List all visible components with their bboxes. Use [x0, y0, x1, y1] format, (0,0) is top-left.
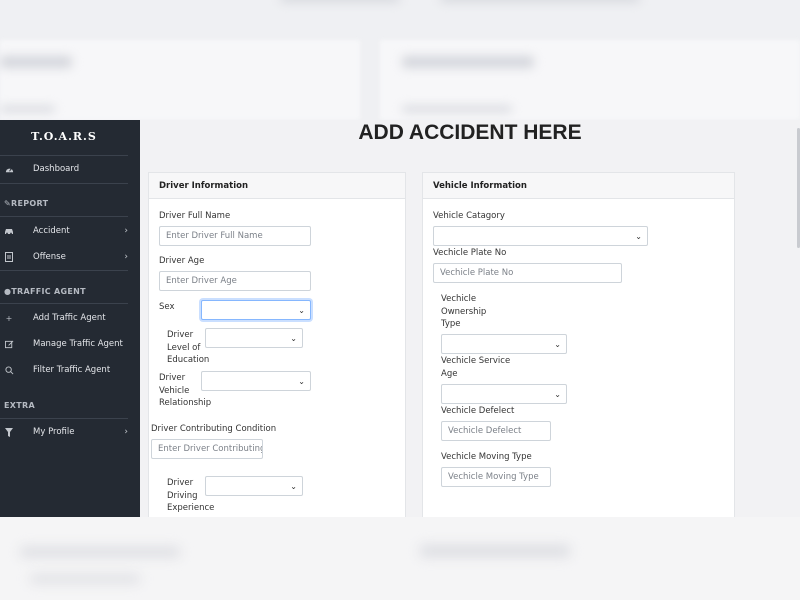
- driver-age-label: Driver Age: [159, 256, 205, 266]
- vehicle-defect-input[interactable]: Vechicle Defelect: [441, 421, 551, 441]
- driver-education-label: Driver Level of Education: [167, 330, 210, 365]
- sidebar-item-label: My Profile: [33, 427, 75, 437]
- chevron-down-icon: ⌄: [298, 377, 305, 386]
- driver-age-input[interactable]: Enter Driver Age: [159, 271, 311, 291]
- sidebar-item-label: Manage Traffic Agent: [33, 339, 123, 349]
- chevron-down-icon: ⌄: [290, 482, 297, 491]
- vehicle-information-card: Vehicle Information Vehicle Catagory ⌄ V…: [422, 172, 735, 517]
- chevron-right-icon: ›: [124, 252, 128, 262]
- blurred-backdrop-top: [0, 0, 800, 120]
- sidebar-item-manage-traffic-agent[interactable]: Manage Traffic Agent: [0, 333, 140, 355]
- sidebar-item-offense[interactable]: Offense ›: [0, 246, 140, 268]
- vehicle-ownership-type-label: Vechicle Ownership Type: [441, 294, 487, 329]
- divider: [0, 418, 128, 419]
- document-icon: [4, 252, 14, 262]
- brand-logo[interactable]: T.O.A.R.S: [0, 120, 128, 156]
- divider: [0, 303, 128, 304]
- vehicle-ownership-type-select[interactable]: ⌄: [441, 334, 567, 354]
- sidebar-item-my-profile[interactable]: My Profile ›: [0, 421, 140, 443]
- card-title: Vehicle Information: [423, 173, 734, 199]
- driver-driving-experience-select[interactable]: ⌄: [205, 476, 303, 496]
- pencil-icon: ✎: [4, 199, 12, 208]
- divider: [0, 216, 128, 217]
- section-header-report: ✎REPORT: [4, 199, 49, 208]
- sidebar-item-label: Accident: [33, 226, 70, 236]
- sidebar-item-filter-traffic-agent[interactable]: Filter Traffic Agent: [0, 359, 140, 381]
- driver-vehicle-relationship-select[interactable]: ⌄: [201, 371, 311, 391]
- vehicle-defect-label: Vechicle Defelect: [441, 406, 515, 416]
- driver-contributing-condition-label: Driver Contributing Condition: [151, 424, 277, 434]
- vehicle-moving-type-label: Vechicle Moving Type: [441, 452, 532, 462]
- sidebar-item-label: Offense: [33, 252, 66, 262]
- vehicle-plate-label: Vechicle Plate No: [433, 248, 507, 258]
- vehicle-category-select[interactable]: ⌄: [433, 226, 648, 246]
- chevron-right-icon: ›: [124, 427, 128, 437]
- sidebar-item-accident[interactable]: Accident ›: [0, 220, 140, 242]
- sidebar-item-label: Filter Traffic Agent: [33, 365, 111, 375]
- driver-full-name-label: Driver Full Name: [159, 211, 231, 221]
- sex-label: Sex: [159, 302, 175, 312]
- edit-icon: [4, 339, 14, 349]
- chevron-down-icon: ⌄: [298, 306, 305, 315]
- divider: [0, 183, 128, 184]
- sex-select[interactable]: ⌄: [201, 300, 311, 320]
- vehicle-service-age-select[interactable]: ⌄: [441, 384, 567, 404]
- divider: [0, 270, 128, 271]
- sidebar-item-add-traffic-agent[interactable]: + Add Traffic Agent: [0, 307, 140, 329]
- chevron-right-icon: ›: [124, 226, 128, 236]
- driver-information-card: Driver Information Driver Full Name Ente…: [148, 172, 406, 517]
- filter-funnel-icon: [4, 427, 14, 437]
- driver-full-name-input[interactable]: Enter Driver Full Name: [159, 226, 311, 246]
- sidebar-item-label: Add Traffic Agent: [33, 313, 106, 323]
- card-title: Driver Information: [149, 173, 405, 199]
- dashboard-gauge-icon: [4, 164, 14, 174]
- app-window: T.O.A.R.S Dashboard ✎REPORT Accident › O…: [0, 120, 800, 517]
- chevron-down-icon: ⌄: [290, 334, 297, 343]
- plus-icon: +: [5, 313, 13, 323]
- page-title: ADD ACCIDENT HERE: [358, 121, 582, 144]
- chevron-down-icon: ⌄: [554, 390, 561, 399]
- blurred-backdrop-bottom: [0, 517, 800, 600]
- driver-contributing-condition-input[interactable]: Enter Driver Contributing Condition: [151, 439, 263, 459]
- sidebar-item-dashboard[interactable]: Dashboard: [0, 158, 140, 180]
- sidebar-item-label: Dashboard: [33, 164, 80, 174]
- search-icon: [4, 365, 14, 375]
- chevron-down-icon: ⌄: [635, 232, 642, 241]
- vehicle-category-label: Vehicle Catagory: [433, 211, 505, 221]
- section-header-traffic-agent: ●TRAFFIC AGENT: [4, 287, 86, 296]
- driver-education-select[interactable]: ⌄: [205, 328, 303, 348]
- sidebar: T.O.A.R.S Dashboard ✎REPORT Accident › O…: [0, 120, 140, 517]
- chevron-down-icon: ⌄: [554, 340, 561, 349]
- car-icon: [4, 226, 14, 236]
- vehicle-moving-type-input[interactable]: Vechicle Moving Type: [441, 467, 551, 487]
- vehicle-service-age-label: Vechicle Service Age: [441, 356, 511, 379]
- vehicle-plate-input[interactable]: Vechicle Plate No: [433, 263, 622, 283]
- section-header-extra: EXTRA: [4, 401, 35, 410]
